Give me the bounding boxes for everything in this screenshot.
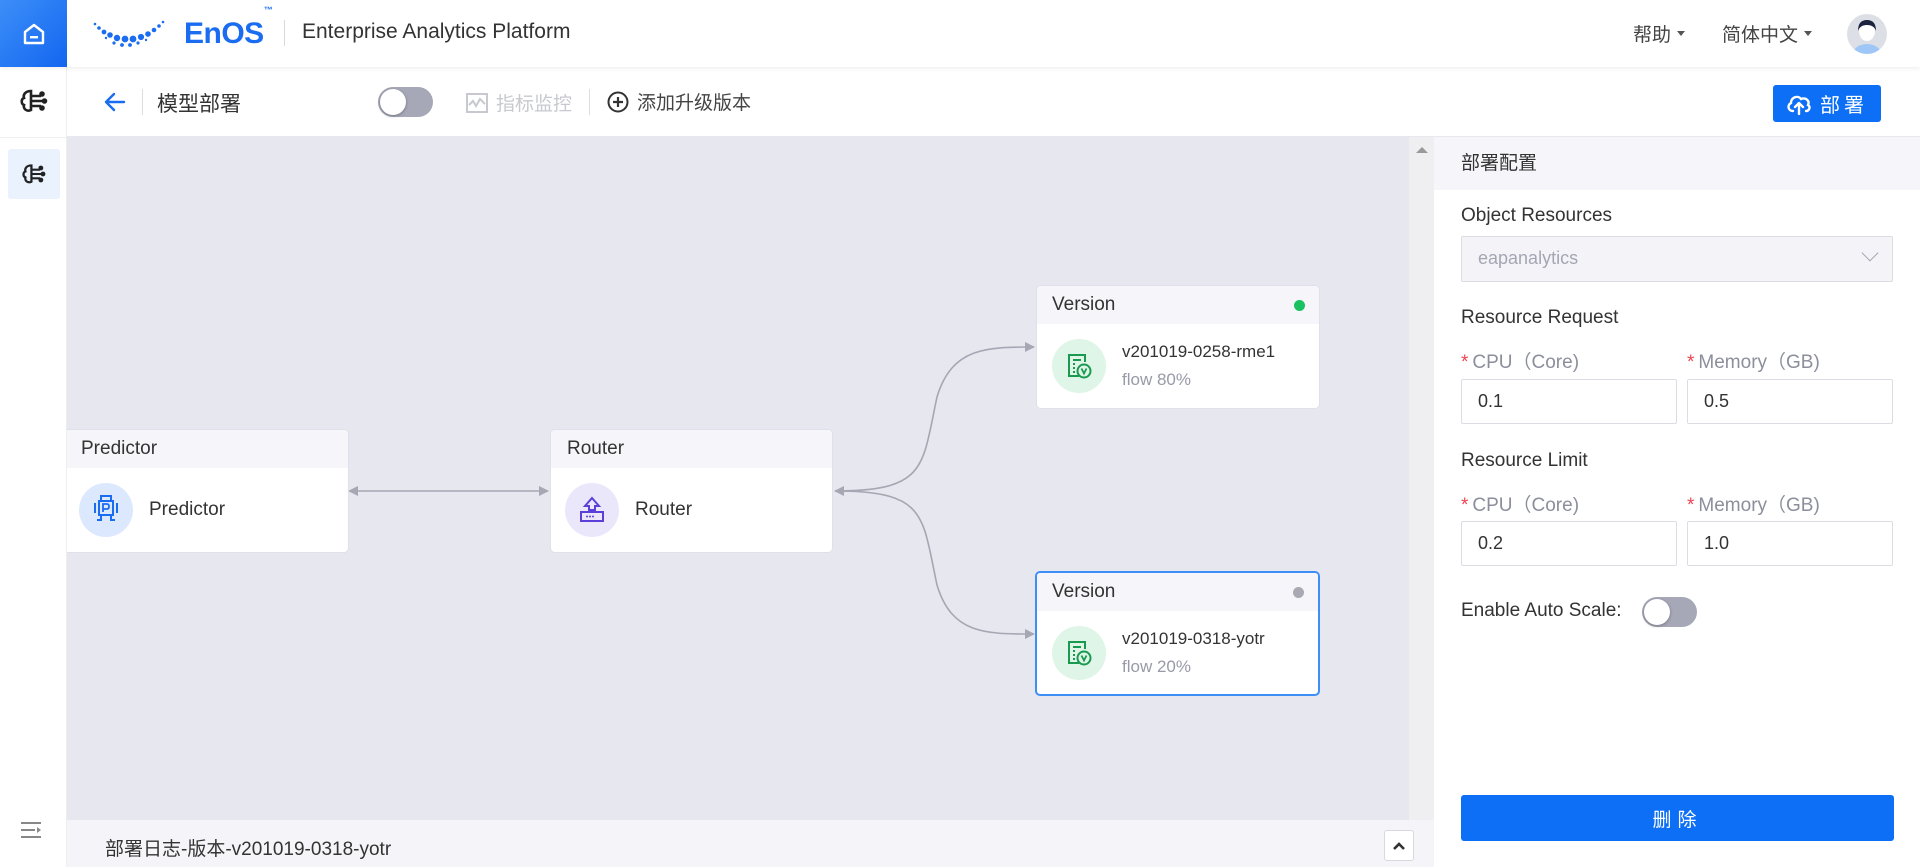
limit-cpu-input[interactable] xyxy=(1461,521,1677,566)
rail-divider xyxy=(0,137,67,138)
logo-dots-icon xyxy=(93,20,165,47)
chart-monitor-icon xyxy=(466,92,488,113)
toolbar-divider xyxy=(589,89,590,115)
version-node[interactable]: Version v201019-0258-rme1 flow 80% xyxy=(1036,285,1320,409)
scroll-up-arrow-icon[interactable] xyxy=(1416,147,1428,153)
node-header: Router xyxy=(551,430,832,468)
delete-button[interactable]: 删除 xyxy=(1461,795,1894,841)
brand-name: EnOS™ xyxy=(184,5,273,50)
help-menu[interactable]: 帮助 xyxy=(1633,20,1686,47)
edge-router-version-2 xyxy=(834,490,1035,640)
request-cpu-label: * CPU（Core) xyxy=(1461,352,1580,373)
request-memory-input[interactable] xyxy=(1687,379,1893,424)
arrow-left-icon xyxy=(104,92,126,112)
node-header: Version xyxy=(1037,286,1319,324)
language-menu-label: 简体中文 xyxy=(1722,25,1799,46)
node-header-label: Version xyxy=(1052,581,1116,602)
version-icon xyxy=(1052,339,1106,393)
home-button[interactable] xyxy=(0,0,67,67)
resource-request-label: Resource Request xyxy=(1461,307,1619,328)
user-icon xyxy=(1853,20,1881,54)
toolbar-divider xyxy=(142,89,143,115)
page-title: 模型部署 xyxy=(157,93,241,116)
node-label: Router xyxy=(635,499,693,520)
rail-item-model-deploy[interactable] xyxy=(8,149,60,199)
predictor-node[interactable]: Predictor Predictor xyxy=(67,429,349,553)
menu-collapse-icon xyxy=(21,822,41,838)
deploy-button[interactable]: 部署 xyxy=(1773,85,1881,122)
version-flow: flow 20% xyxy=(1122,656,1191,676)
model-network-icon xyxy=(20,89,48,112)
version-flow: flow 80% xyxy=(1122,370,1191,389)
node-header: Version xyxy=(1037,573,1318,611)
chevron-down-icon xyxy=(1861,244,1879,262)
version-node-selected[interactable]: Version v201019-0318-yotr flow 20% xyxy=(1035,571,1320,696)
node-header: Predictor xyxy=(67,430,348,468)
help-menu-label: 帮助 xyxy=(1633,25,1672,46)
app-title: Enterprise Analytics Platform xyxy=(302,20,571,43)
caret-down-icon xyxy=(1677,31,1686,37)
predictor-icon xyxy=(79,483,133,537)
metrics-monitor-label: 指标监控 xyxy=(496,94,573,115)
top-header: EnOS™ Enterprise Analytics Platform 帮助 简… xyxy=(0,0,1920,67)
mode-toggle[interactable] xyxy=(378,87,433,117)
deploy-label: 部署 xyxy=(1820,95,1868,117)
version-icon xyxy=(1052,625,1106,680)
router-icon xyxy=(565,483,619,537)
model-network-icon xyxy=(22,164,46,184)
canvas-scrollbar[interactable] xyxy=(1409,137,1434,820)
metrics-monitor-button[interactable]: 指标监控 xyxy=(466,89,572,116)
resource-limit-label: Resource Limit xyxy=(1461,450,1588,471)
auto-scale-toggle[interactable] xyxy=(1642,597,1697,627)
object-resources-label: Object Resources xyxy=(1461,205,1613,226)
edge-router-version-1 xyxy=(834,342,1035,496)
version-name: v201019-0258-rme1 xyxy=(1122,342,1276,361)
object-resources-value: eapanalytics xyxy=(1478,248,1579,268)
toggle-knob xyxy=(380,89,406,115)
version-name: v201019-0318-yotr xyxy=(1122,628,1265,648)
deploy-config-panel: 部署配置 Object Resources eapanalytics Resou… xyxy=(1434,137,1920,867)
user-avatar[interactable] xyxy=(1847,14,1887,54)
cloud-upload-icon xyxy=(1787,95,1811,115)
status-inactive-dot xyxy=(1293,587,1304,598)
home-icon xyxy=(23,23,44,44)
add-upgrade-version-label: 添加升级版本 xyxy=(637,93,752,114)
rail-item-model-hub[interactable] xyxy=(8,76,60,126)
add-upgrade-version-button[interactable]: 添加升级版本 xyxy=(607,88,751,115)
limit-cpu-label: * CPU（Core) xyxy=(1461,495,1580,516)
router-node[interactable]: Router Router xyxy=(550,429,833,553)
toggle-knob xyxy=(1644,599,1670,625)
object-resources-select[interactable]: eapanalytics xyxy=(1461,236,1893,282)
deploy-log-bar: 部署日志-版本-v201019-0318-yotr xyxy=(67,820,1434,867)
language-menu[interactable]: 简体中文 xyxy=(1722,20,1813,47)
request-memory-label: * Memory（GB) xyxy=(1687,352,1820,373)
limit-memory-label: * Memory（GB) xyxy=(1687,495,1820,516)
plus-circle-icon xyxy=(607,91,629,112)
deploy-log-title: 部署日志-版本-v201019-0318-yotr xyxy=(105,839,392,860)
header-divider xyxy=(284,20,285,46)
limit-memory-input[interactable] xyxy=(1687,521,1893,566)
left-rail xyxy=(0,67,67,867)
panel-title: 部署配置 xyxy=(1434,137,1920,190)
back-button[interactable] xyxy=(102,89,130,115)
pipeline-canvas[interactable]: Predictor Predictor Router Router Versio… xyxy=(67,137,1409,820)
node-label: Predictor xyxy=(149,499,226,520)
expand-log-button[interactable] xyxy=(1384,830,1414,861)
page-toolbar: 模型部署 指标监控 添加升级版本 xyxy=(67,67,1920,137)
node-header-label: Version xyxy=(1052,294,1116,315)
chevron-up-icon xyxy=(1393,841,1405,850)
collapse-sidebar-button[interactable] xyxy=(20,820,48,844)
caret-down-icon xyxy=(1804,31,1813,37)
auto-scale-label: Enable Auto Scale: xyxy=(1461,600,1622,621)
status-running-dot xyxy=(1294,300,1305,311)
enos-logo: EnOS™ xyxy=(92,5,273,54)
request-cpu-input[interactable] xyxy=(1461,379,1677,424)
